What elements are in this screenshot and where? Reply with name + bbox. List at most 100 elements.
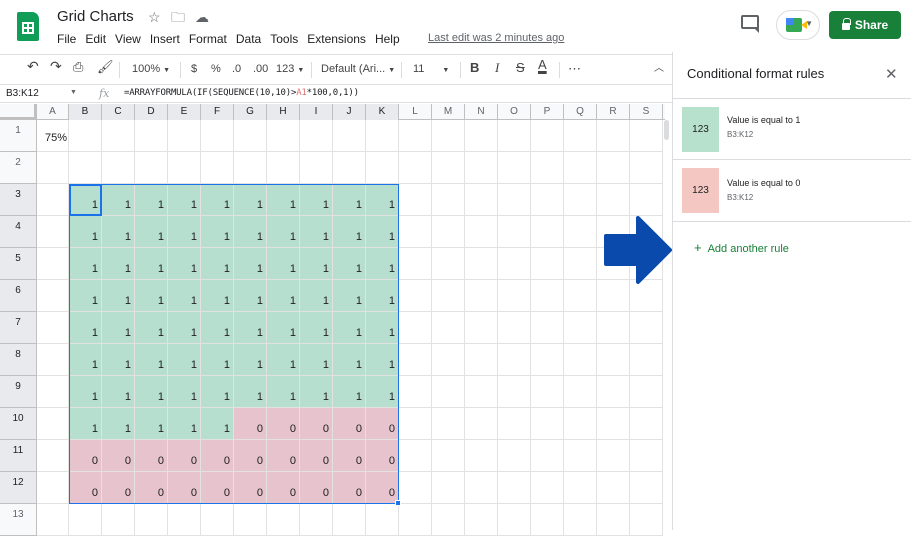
cell-e11[interactable]: 0: [168, 440, 201, 472]
column-header-n[interactable]: N: [465, 104, 498, 120]
cell-m1[interactable]: [432, 120, 465, 152]
cell-p10[interactable]: [531, 408, 564, 440]
cell-h8[interactable]: 1: [267, 344, 300, 376]
cell-k8[interactable]: 1: [366, 344, 399, 376]
cell-f3[interactable]: 1: [201, 184, 234, 216]
cell-f12[interactable]: 0: [201, 472, 234, 504]
cell-l2[interactable]: [399, 152, 432, 184]
cell-i3[interactable]: 1: [300, 184, 333, 216]
cell-q6[interactable]: [564, 280, 597, 312]
menu-extensions[interactable]: Extensions: [307, 32, 366, 46]
cell-c10[interactable]: 1: [102, 408, 135, 440]
cell-i1[interactable]: [300, 120, 333, 152]
cell-l1[interactable]: [399, 120, 432, 152]
cell-j6[interactable]: 1: [333, 280, 366, 312]
cell-o9[interactable]: [498, 376, 531, 408]
column-header-e[interactable]: E: [168, 104, 201, 120]
cell-o10[interactable]: [498, 408, 531, 440]
column-header-i[interactable]: I: [300, 104, 333, 120]
cell-n5[interactable]: [465, 248, 498, 280]
cloud-status-icon[interactable]: ☁: [195, 9, 209, 25]
cell-j4[interactable]: 1: [333, 216, 366, 248]
cell-h10[interactable]: 0: [267, 408, 300, 440]
cell-m13[interactable]: [432, 504, 465, 536]
cell-n6[interactable]: [465, 280, 498, 312]
cell-c1[interactable]: [102, 120, 135, 152]
cell-s7[interactable]: [630, 312, 663, 344]
cell-l13[interactable]: [399, 504, 432, 536]
cell-i6[interactable]: 1: [300, 280, 333, 312]
column-header-q[interactable]: Q: [564, 104, 597, 120]
vertical-scrollbar[interactable]: [664, 120, 669, 140]
cell-i8[interactable]: 1: [300, 344, 333, 376]
cell-p8[interactable]: [531, 344, 564, 376]
cell-q8[interactable]: [564, 344, 597, 376]
cell-s2[interactable]: [630, 152, 663, 184]
currency-format-button[interactable]: $: [191, 62, 197, 76]
cell-q5[interactable]: [564, 248, 597, 280]
cell-j3[interactable]: 1: [333, 184, 366, 216]
cell-n7[interactable]: [465, 312, 498, 344]
row-header-1[interactable]: 1: [0, 120, 37, 152]
cell-e7[interactable]: 1: [168, 312, 201, 344]
cell-m10[interactable]: [432, 408, 465, 440]
cell-o3[interactable]: [498, 184, 531, 216]
cell-j1[interactable]: [333, 120, 366, 152]
menu-view[interactable]: View: [115, 32, 141, 46]
cell-r12[interactable]: [597, 472, 630, 504]
cell-q13[interactable]: [564, 504, 597, 536]
move-folder-icon[interactable]: 🗀: [171, 9, 185, 25]
cell-i9[interactable]: 1: [300, 376, 333, 408]
cell-m9[interactable]: [432, 376, 465, 408]
more-formats-select[interactable]: 123 ▼: [276, 62, 304, 78]
cell-o5[interactable]: [498, 248, 531, 280]
cell-r9[interactable]: [597, 376, 630, 408]
percent-format-button[interactable]: %: [211, 62, 221, 76]
cell-n13[interactable]: [465, 504, 498, 536]
name-box[interactable]: B3:K12: [6, 88, 39, 99]
cell-m6[interactable]: [432, 280, 465, 312]
cell-q3[interactable]: [564, 184, 597, 216]
cell-f1[interactable]: [201, 120, 234, 152]
cell-b8[interactable]: 1: [69, 344, 102, 376]
fill-handle[interactable]: [395, 500, 401, 506]
column-header-k[interactable]: K: [366, 104, 399, 120]
cell-g9[interactable]: 1: [234, 376, 267, 408]
cell-p9[interactable]: [531, 376, 564, 408]
bold-button[interactable]: B: [470, 61, 479, 75]
menu-data[interactable]: Data: [236, 32, 261, 46]
cell-e6[interactable]: 1: [168, 280, 201, 312]
cell-d6[interactable]: 1: [135, 280, 168, 312]
menu-tools[interactable]: Tools: [270, 32, 298, 46]
column-header-a[interactable]: A: [37, 104, 69, 120]
cell-j13[interactable]: [333, 504, 366, 536]
column-header-l[interactable]: L: [399, 104, 432, 120]
column-header-c[interactable]: C: [102, 104, 135, 120]
cell-e4[interactable]: 1: [168, 216, 201, 248]
cell-d4[interactable]: 1: [135, 216, 168, 248]
cell-f8[interactable]: 1: [201, 344, 234, 376]
cell-a10[interactable]: [37, 408, 69, 440]
select-all-corner[interactable]: [0, 104, 37, 120]
text-color-button[interactable]: A: [538, 58, 547, 72]
cell-f11[interactable]: 0: [201, 440, 234, 472]
cell-e13[interactable]: [168, 504, 201, 536]
cell-m3[interactable]: [432, 184, 465, 216]
cell-k11[interactable]: 0: [366, 440, 399, 472]
cell-d10[interactable]: 1: [135, 408, 168, 440]
cell-g13[interactable]: [234, 504, 267, 536]
cell-a13[interactable]: [37, 504, 69, 536]
cell-b12[interactable]: 0: [69, 472, 102, 504]
cell-q9[interactable]: [564, 376, 597, 408]
cell-c6[interactable]: 1: [102, 280, 135, 312]
cell-g8[interactable]: 1: [234, 344, 267, 376]
cell-m7[interactable]: [432, 312, 465, 344]
cell-d9[interactable]: 1: [135, 376, 168, 408]
column-header-r[interactable]: R: [597, 104, 630, 120]
cell-j12[interactable]: 0: [333, 472, 366, 504]
row-header-6[interactable]: 6: [0, 280, 37, 312]
cell-i7[interactable]: 1: [300, 312, 333, 344]
cell-s9[interactable]: [630, 376, 663, 408]
row-header-8[interactable]: 8: [0, 344, 37, 376]
cell-f13[interactable]: [201, 504, 234, 536]
